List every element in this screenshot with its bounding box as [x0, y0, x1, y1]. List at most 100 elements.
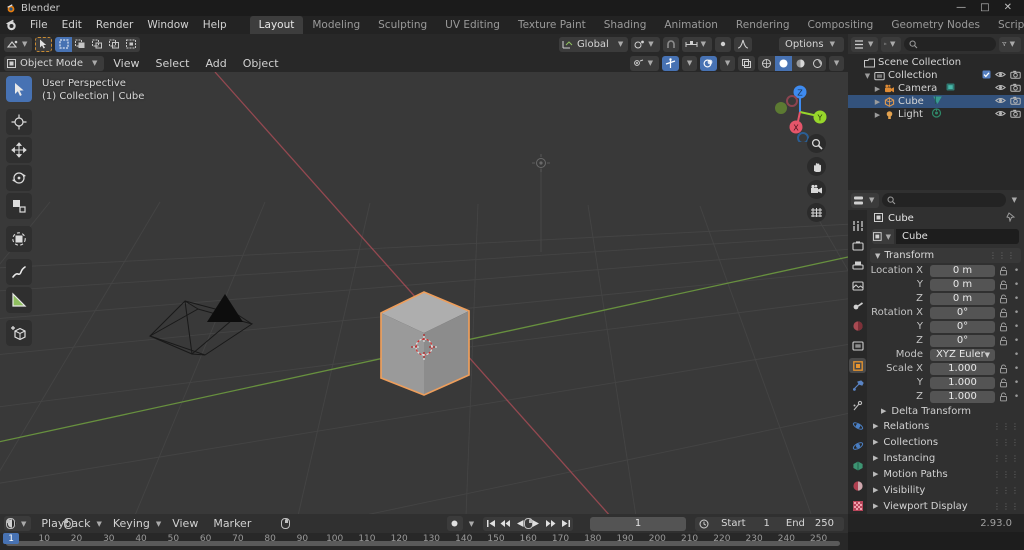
animate-property-dot[interactable]: • — [1012, 350, 1021, 360]
collection-checkbox[interactable] — [982, 70, 991, 82]
viewport-menu-add[interactable]: Add — [198, 55, 233, 72]
show-gizmo-button[interactable] — [662, 55, 679, 71]
modifier-tab[interactable] — [849, 378, 866, 393]
eye-icon[interactable] — [995, 70, 1006, 82]
property-value-field[interactable]: 1.000 — [930, 362, 995, 375]
workspace-tab-compositing[interactable]: Compositing — [799, 16, 883, 34]
timeline-menu-marker[interactable]: Marker — [206, 515, 258, 532]
properties-editor-type-button[interactable]: ▼ — [851, 192, 880, 208]
tool-tab[interactable] — [849, 218, 866, 233]
transform-panel-header[interactable]: ▼ Transform ⋮⋮⋮ — [870, 248, 1021, 263]
property-value-field[interactable]: 1.000 — [930, 376, 995, 389]
workspace-tab-uv-editing[interactable]: UV Editing — [436, 16, 509, 34]
workspace-tab-shading[interactable]: Shading — [595, 16, 656, 34]
editor-type-button[interactable]: ▼ — [4, 36, 33, 52]
proportional-edit-icon[interactable] — [715, 36, 732, 52]
disclosure-triangle-icon[interactable]: ▼ — [862, 72, 873, 80]
render-camera-icon[interactable] — [1010, 96, 1021, 108]
proportional-falloff-icon[interactable] — [734, 36, 753, 52]
lock-icon[interactable] — [998, 364, 1009, 374]
viewport-menu-select[interactable]: Select — [149, 55, 197, 72]
select-extend-icon[interactable] — [72, 37, 89, 52]
object-mode-selector[interactable]: Object Mode ▼ — [4, 55, 105, 71]
viewport-options-button[interactable]: Options ▼ — [779, 36, 844, 52]
disclosure-triangle-icon[interactable]: ▶ — [872, 98, 883, 106]
properties-search-input[interactable] — [882, 193, 1006, 207]
solid-shading-icon[interactable] — [775, 55, 792, 71]
timeline-menu-keying[interactable]: Keying — [106, 515, 152, 532]
add-cube-tool[interactable] — [6, 320, 32, 346]
close-button[interactable]: ✕ — [1004, 3, 1012, 13]
rotation-mode-dropdown[interactable]: XYZ Euler ▼ — [930, 348, 995, 361]
pin-icon[interactable] — [1006, 212, 1018, 225]
property-value-field[interactable]: 0° — [930, 334, 995, 347]
property-value-field[interactable]: 0 m — [930, 292, 995, 305]
panel-relations[interactable]: ▶ Relations ⋮⋮⋮ — [867, 418, 1024, 434]
timeline-playhead[interactable]: 1 — [3, 533, 19, 544]
particles-tab[interactable] — [849, 398, 866, 413]
xray-toggle-button[interactable] — [738, 55, 755, 71]
animate-property-dot[interactable]: • — [1012, 322, 1021, 332]
scale-tool[interactable] — [6, 193, 32, 219]
jump-to-start-button[interactable] — [483, 516, 499, 531]
snap-magnet-icon[interactable] — [662, 36, 679, 52]
annotate-tool[interactable] — [6, 259, 32, 285]
select-mode-group[interactable] — [55, 36, 141, 52]
workspace-tab-scripting[interactable]: Scripting — [989, 16, 1024, 34]
animate-property-dot[interactable]: • — [1012, 294, 1021, 304]
pivot-point-button[interactable]: ▼ — [631, 36, 660, 52]
lock-icon[interactable] — [998, 266, 1009, 276]
rotate-tool[interactable] — [6, 165, 32, 191]
viewport-menu-view[interactable]: View — [106, 55, 146, 72]
outliner-search-input[interactable] — [904, 37, 996, 51]
record-icon[interactable] — [446, 516, 463, 531]
workspace-tab-texture-paint[interactable]: Texture Paint — [509, 16, 595, 34]
jump-to-end-button[interactable] — [558, 516, 574, 531]
rendered-shading-icon[interactable] — [809, 56, 826, 71]
property-value-field[interactable]: 0° — [930, 306, 995, 319]
select-tool-button[interactable] — [35, 36, 53, 52]
viewport-menu-object[interactable]: Object — [236, 55, 286, 72]
workspace-tab-layout[interactable]: Layout — [249, 16, 304, 34]
panel-motion-paths[interactable]: ▶ Motion Paths ⋮⋮⋮ — [867, 466, 1024, 482]
lock-icon[interactable] — [998, 308, 1009, 318]
lock-icon[interactable] — [998, 322, 1009, 332]
disclosure-triangle-icon[interactable]: ▶ — [872, 85, 883, 93]
texture-tab[interactable] — [849, 498, 866, 513]
property-value-field[interactable]: 1.000 — [930, 390, 995, 403]
animate-property-dot[interactable]: • — [1012, 280, 1021, 290]
menu-render[interactable]: Render — [89, 17, 140, 33]
menu-edit[interactable]: Edit — [55, 17, 89, 33]
menu-window[interactable]: Window — [140, 17, 195, 33]
move-tool[interactable] — [6, 137, 32, 163]
display-mode-button[interactable]: ▼ — [881, 36, 902, 52]
outliner-row-camera[interactable]: ▶ Camera — [848, 82, 1024, 95]
object-name-field[interactable]: ▼ Cube — [872, 229, 1019, 244]
transform-orientation-button[interactable]: Global ▼ — [558, 36, 629, 52]
workspace-tab-animation[interactable]: Animation — [655, 16, 727, 34]
animate-property-dot[interactable]: • — [1012, 266, 1021, 276]
frame-range-fields[interactable]: Start 1 End 250 — [695, 516, 844, 531]
panel-viewport-display[interactable]: ▶ Viewport Display ⋮⋮⋮ — [867, 498, 1024, 514]
panel-instancing[interactable]: ▶ Instancing ⋮⋮⋮ — [867, 450, 1024, 466]
shading-mode-group[interactable] — [758, 55, 826, 71]
property-value-field[interactable]: 0 m — [930, 278, 995, 291]
outliner-row-scene-collection[interactable]: Scene Collection — [848, 56, 1024, 69]
minimize-button[interactable]: — — [956, 3, 966, 13]
animate-property-dot[interactable]: • — [1012, 364, 1021, 374]
outliner-editor-type-button[interactable]: ▼ — [851, 36, 879, 52]
outliner-datablock-icon[interactable] — [931, 108, 942, 121]
constraints-tab[interactable] — [849, 438, 866, 453]
hand-icon[interactable] — [807, 157, 826, 176]
animate-property-dot[interactable]: • — [1012, 392, 1021, 402]
start-frame-value[interactable]: 1 — [754, 518, 780, 529]
show-overlays-button[interactable] — [700, 55, 717, 71]
physics-tab[interactable] — [849, 418, 866, 433]
workspace-tab-sculpting[interactable]: Sculpting — [369, 16, 436, 34]
gizmo-caret-button[interactable]: ▼ — [682, 55, 697, 71]
workspace-tab-rendering[interactable]: Rendering — [727, 16, 799, 34]
outliner-row-light[interactable]: ▶ Light — [848, 108, 1024, 121]
property-value-field[interactable]: 0° — [930, 320, 995, 333]
filter-icon[interactable]: ▼ — [999, 36, 1021, 52]
world-tab[interactable] — [849, 318, 866, 333]
